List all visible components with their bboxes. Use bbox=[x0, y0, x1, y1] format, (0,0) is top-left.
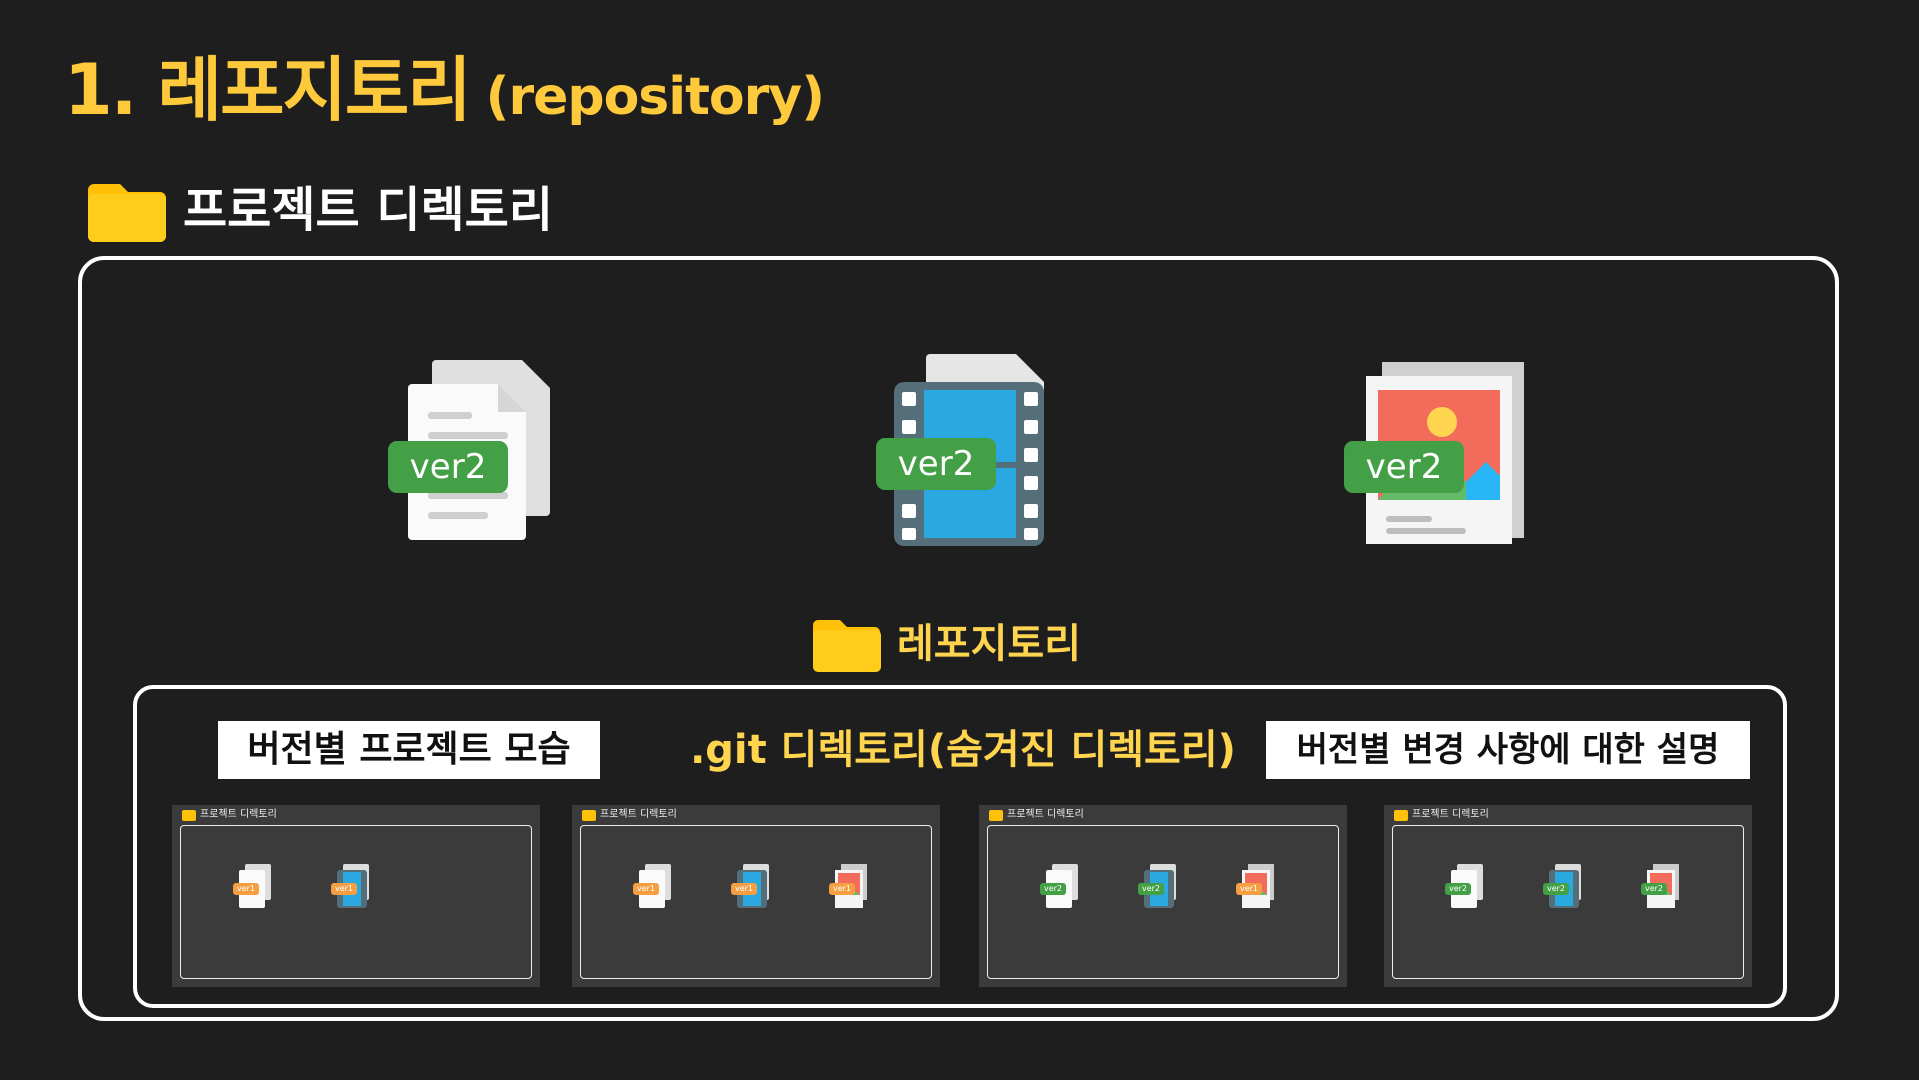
projects-by-version-label: 버전별 프로젝트 모습 bbox=[218, 721, 600, 779]
snapshot-box: ver2 ver2 ver1 bbox=[987, 825, 1339, 979]
image-file-icon: ver1 bbox=[827, 862, 871, 912]
snapshot-box: ver1 ver1 bbox=[180, 825, 532, 979]
version-badge: ver1 bbox=[233, 883, 259, 895]
image-file-icon: ver2 bbox=[1639, 862, 1683, 912]
git-directory-label: .git 디렉토리(숨겨진 디렉토리) bbox=[690, 727, 1236, 773]
snapshot-thumbnail: 프로젝트 디렉토리 ver2 ver2 ver2 bbox=[1384, 805, 1752, 987]
version-badge: ver1 bbox=[829, 883, 855, 895]
version-badge: ver2 bbox=[1641, 883, 1667, 895]
snapshot-label: 프로젝트 디렉토리 bbox=[1007, 809, 1084, 820]
version-badge: ver1 bbox=[633, 883, 659, 895]
video-file-icon: ver2 bbox=[1136, 862, 1180, 912]
folder-icon bbox=[813, 620, 881, 672]
version-badge: ver2 bbox=[1138, 883, 1164, 895]
version-badge: ver1 bbox=[1236, 883, 1262, 895]
snapshot-label: 프로젝트 디렉토리 bbox=[600, 809, 677, 820]
repository-label: 레포지토리 bbox=[897, 621, 1081, 667]
image-file-icon: ver1 bbox=[1234, 862, 1278, 912]
folder-icon bbox=[582, 810, 596, 821]
video-file-icon: ver1 bbox=[729, 862, 773, 912]
snapshot-label: 프로젝트 디렉토리 bbox=[1412, 809, 1489, 820]
video-file-icon: ver2 bbox=[1541, 862, 1585, 912]
version-badge: ver2 bbox=[388, 441, 508, 493]
page-title: 1. 레포지토리 (repository) bbox=[64, 34, 825, 131]
folder-icon bbox=[989, 810, 1003, 821]
snapshot-label: 프로젝트 디렉토리 bbox=[200, 809, 277, 820]
document-icon: ver1 bbox=[631, 862, 675, 912]
snapshot-thumbnail: 프로젝트 디렉토리 ver1 ver1 bbox=[172, 805, 540, 987]
version-badge: ver2 bbox=[1344, 441, 1464, 493]
snapshot-box: ver1 ver1 ver1 bbox=[580, 825, 932, 979]
version-badge: ver2 bbox=[1543, 883, 1569, 895]
version-badge: ver2 bbox=[1445, 883, 1471, 895]
version-badge: ver1 bbox=[731, 883, 757, 895]
changes-by-version-label: 버전별 변경 사항에 대한 설명 bbox=[1266, 721, 1750, 779]
folder-icon bbox=[1394, 810, 1408, 821]
project-directory-label: 프로젝트 디렉토리 bbox=[183, 182, 553, 238]
snapshot-thumbnail: 프로젝트 디렉토리 ver2 ver2 ver1 bbox=[979, 805, 1347, 987]
document-icon: ver1 bbox=[231, 862, 275, 912]
video-file-icon: ver1 bbox=[329, 862, 373, 912]
version-badge: ver1 bbox=[331, 883, 357, 895]
document-icon: ver2 bbox=[1443, 862, 1487, 912]
title-main: 1. 레포지토리 bbox=[64, 49, 472, 131]
title-sub: (repository) bbox=[485, 67, 825, 127]
snapshot-box: ver2 ver2 ver2 bbox=[1392, 825, 1744, 979]
version-badge: ver2 bbox=[876, 438, 996, 490]
version-badge: ver2 bbox=[1040, 883, 1066, 895]
snapshot-thumbnail: 프로젝트 디렉토리 ver1 ver1 ver1 bbox=[572, 805, 940, 987]
folder-icon bbox=[182, 810, 196, 821]
document-icon: ver2 bbox=[1038, 862, 1082, 912]
folder-icon bbox=[88, 184, 166, 242]
